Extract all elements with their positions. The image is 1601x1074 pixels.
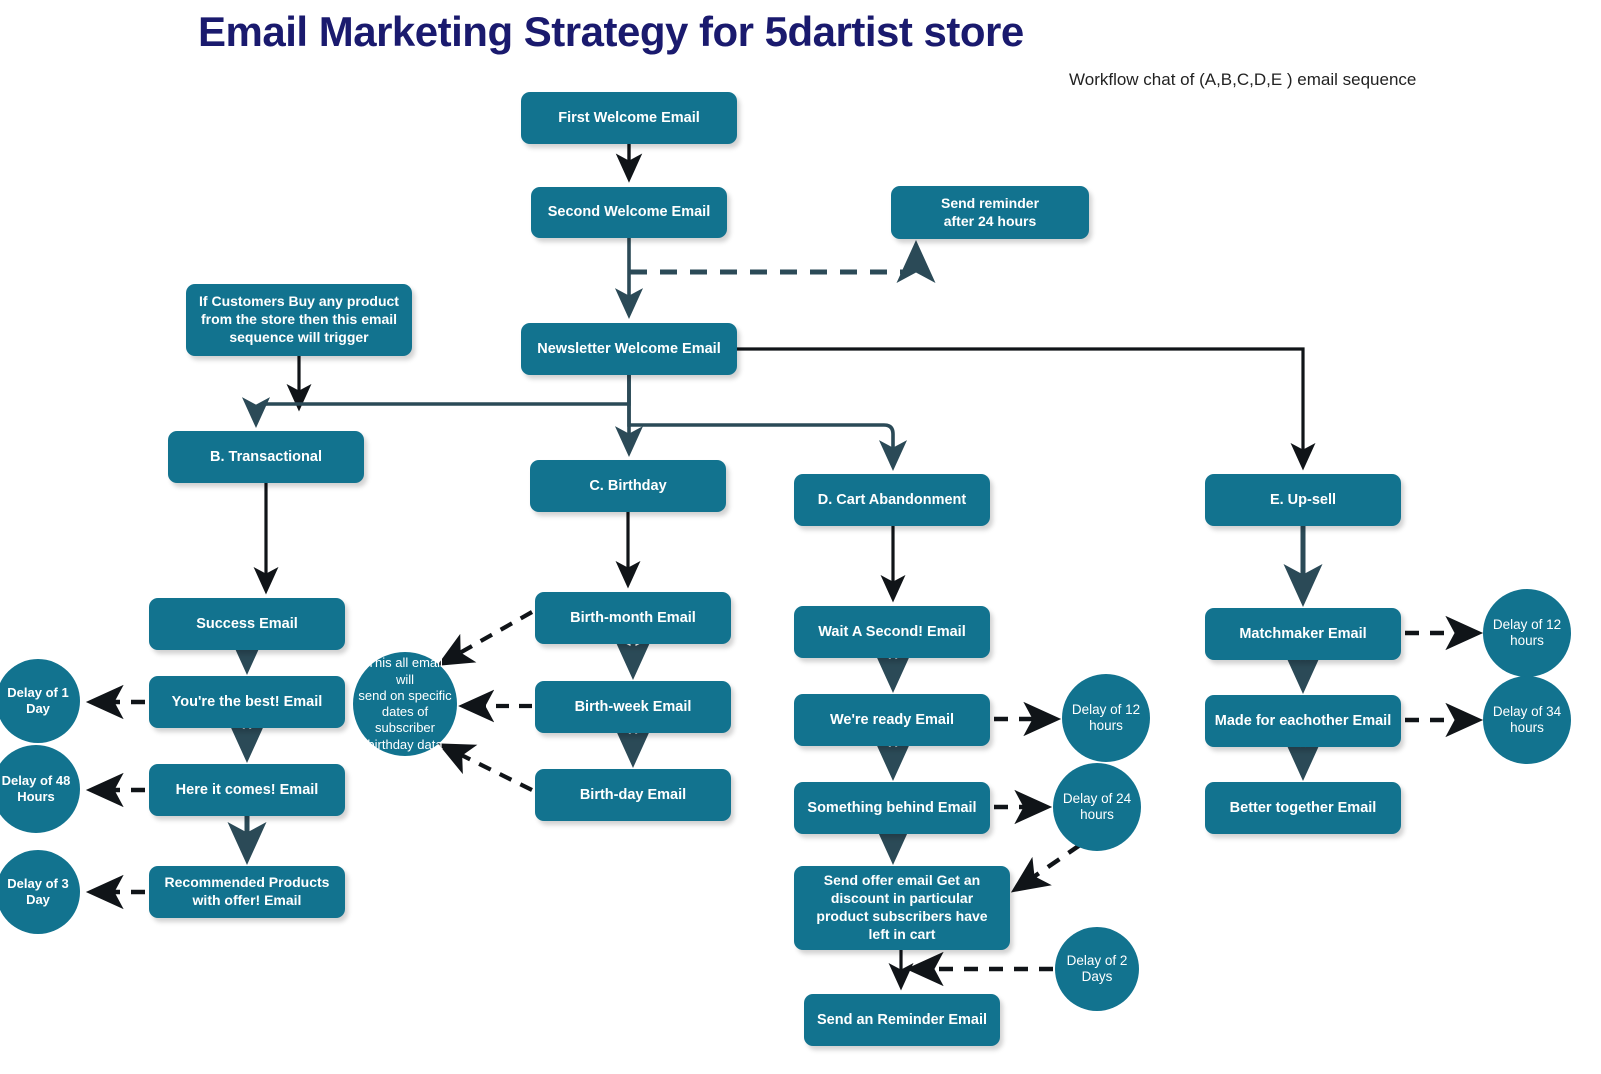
node-b_transactional[interactable]: B. Transactional <box>168 431 364 483</box>
node-d_cart_abandonment[interactable]: D. Cart Abandonment <box>794 474 990 526</box>
circle-delay_12_upsell[interactable]: Delay of 12 hours <box>1483 589 1571 677</box>
node-c_birthday[interactable]: C. Birthday <box>530 460 726 512</box>
node-newsletter_welcome[interactable]: Newsletter Welcome Email <box>521 323 737 375</box>
node-e_upsell[interactable]: E. Up-sell <box>1205 474 1401 526</box>
circle-delay_48_hours[interactable]: Delay of 48 Hours <box>0 745 80 833</box>
page-title: Email Marketing Strategy for 5dartist st… <box>198 8 1024 55</box>
circle-delay_1_day[interactable]: Delay of 1 Day <box>0 659 80 743</box>
circle-delay_2_days[interactable]: Delay of 2 Days <box>1055 927 1139 1011</box>
node-first_welcome[interactable]: First Welcome Email <box>521 92 737 144</box>
edge-delay24-to-offer <box>1010 843 1082 893</box>
node-matchmaker[interactable]: Matchmaker Email <box>1205 608 1401 660</box>
node-youre_the_best[interactable]: You're the best! Email <box>149 676 345 728</box>
circle-birthday_note[interactable]: This all email will send on specific dates… <box>353 652 457 756</box>
node-birth_month[interactable]: Birth-month Email <box>535 592 731 644</box>
node-birth_week[interactable]: Birth-week Email <box>535 681 731 733</box>
node-were_ready[interactable]: We're ready Email <box>794 694 990 746</box>
node-made_for_eachother[interactable]: Made for eachother Email <box>1205 695 1401 747</box>
edge-second-to-send-reminder <box>630 239 936 283</box>
edge-newsletter-to-cart <box>627 375 908 472</box>
node-recommended_products[interactable]: Recommended Products with offer! Email <box>149 866 345 918</box>
flowchart-canvas: Email Marketing Strategy for 5dartist st… <box>0 0 1601 1074</box>
edge-birthmonth-to-note <box>436 610 534 666</box>
node-if_customers_buy[interactable]: If Customers Buy any product from the sto… <box>186 284 412 356</box>
node-success_email[interactable]: Success Email <box>149 598 345 650</box>
node-birth_day[interactable]: Birth-day Email <box>535 769 731 821</box>
page-subtitle: Workflow chat of (A,B,C,D,E ) email sequ… <box>1069 70 1417 89</box>
node-something_behind[interactable]: Something behind Email <box>794 782 990 834</box>
node-here_it_comes[interactable]: Here it comes! Email <box>149 764 345 816</box>
circle-delay_34_upsell[interactable]: Delay of 34 hours <box>1483 676 1571 764</box>
circle-delay_24_cart[interactable]: Delay of 24 hours <box>1053 763 1141 851</box>
node-second_welcome[interactable]: Second Welcome Email <box>531 187 727 238</box>
edge-birthdayemail-to-note <box>437 743 533 792</box>
edge-newsletter-to-upsell <box>737 347 1316 471</box>
node-send_reminder_24[interactable]: Send reminder after 24 hours <box>891 186 1089 239</box>
circle-delay_3_day[interactable]: Delay of 3 Day <box>0 850 80 934</box>
node-send_reminder_email[interactable]: Send an Reminder Email <box>804 994 1000 1046</box>
edge-newsletter-to-transactional <box>241 375 631 429</box>
circle-delay_12_cart[interactable]: Delay of 12 hours <box>1062 674 1150 762</box>
node-wait_a_second[interactable]: Wait A Second! Email <box>794 606 990 658</box>
node-better_together[interactable]: Better together Email <box>1205 782 1401 834</box>
node-send_offer_email[interactable]: Send offer email Get an discount in parti… <box>794 866 1010 950</box>
